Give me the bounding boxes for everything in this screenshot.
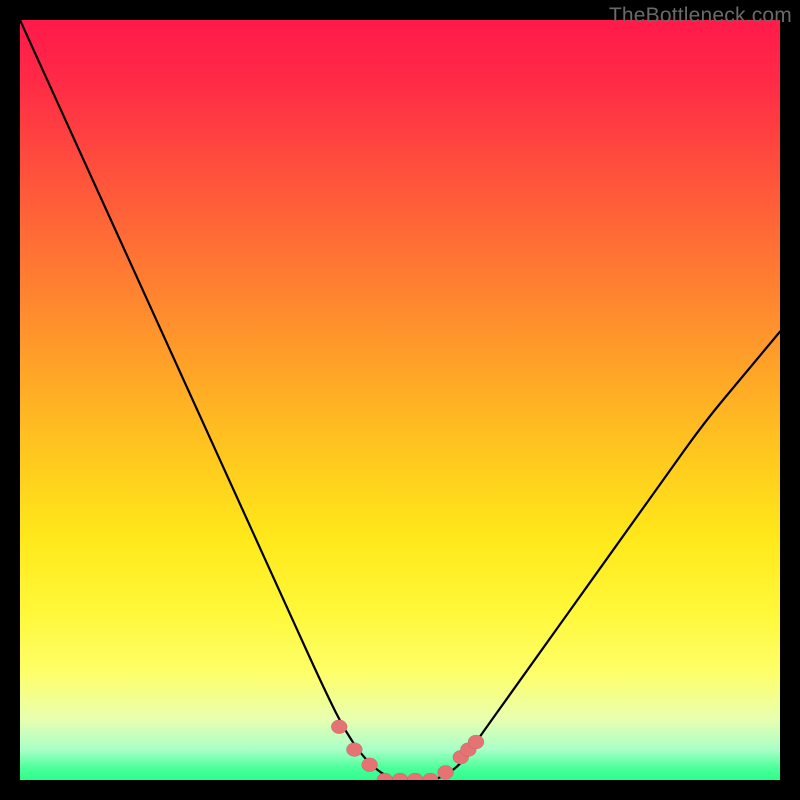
curve-marker [331,720,347,734]
bottleneck-curve [20,20,780,780]
curve-svg [20,20,780,780]
curve-marker [392,773,408,780]
chart-frame: TheBottleneck.com [0,0,800,800]
curve-marker [362,758,378,772]
curve-marker [377,773,393,780]
plot-area [20,20,780,780]
watermark-text: TheBottleneck.com [609,4,792,28]
curve-marker [468,735,484,749]
curve-marker [422,773,438,780]
curve-marker [407,773,423,780]
curve-marker [346,743,362,757]
curve-marker [438,765,454,779]
marker-group [331,720,484,780]
